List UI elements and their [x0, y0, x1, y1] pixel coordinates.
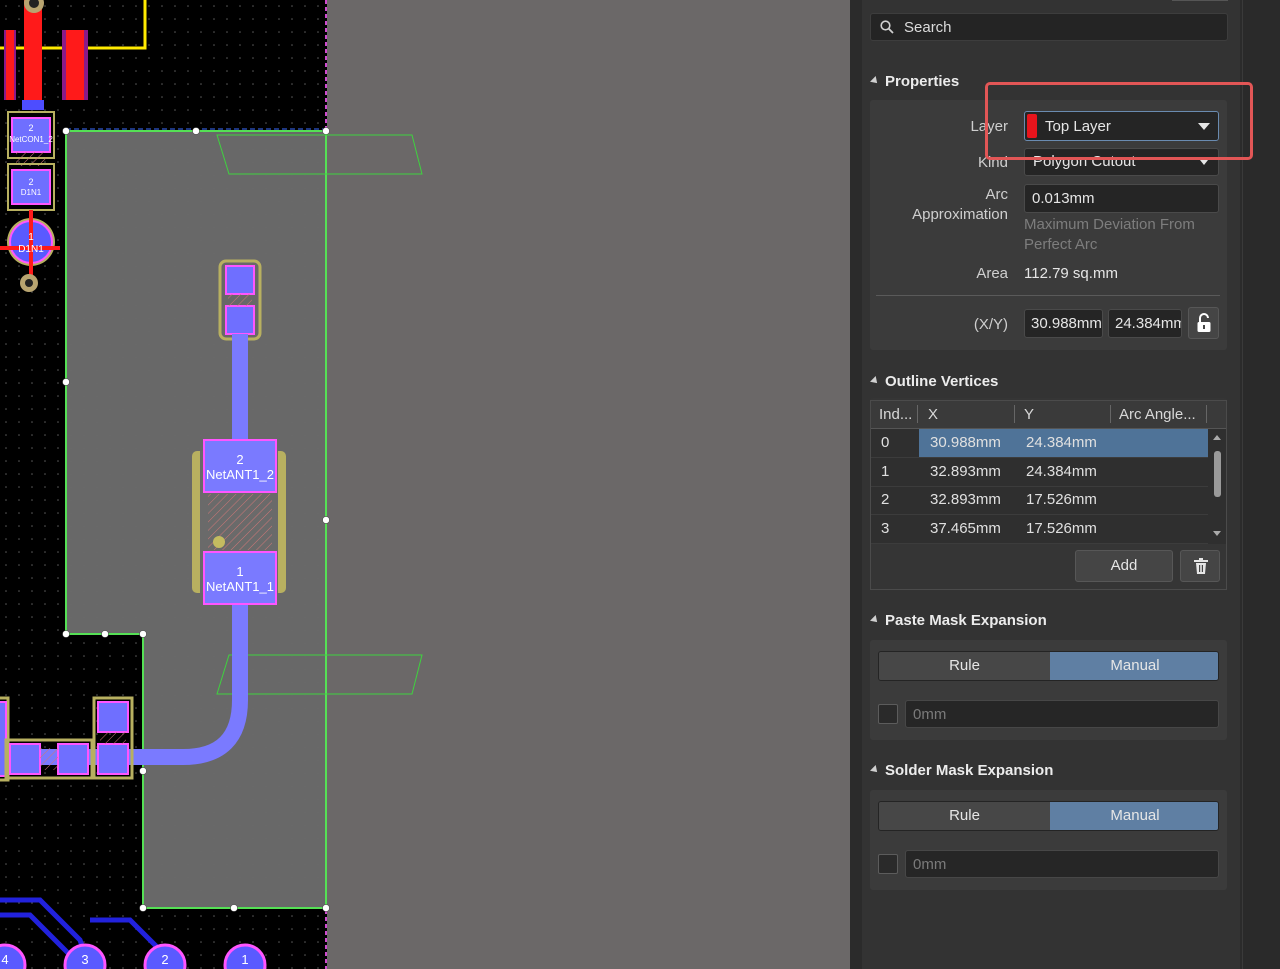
- collapse-triangle-icon: [870, 376, 880, 386]
- trash-icon: [1194, 558, 1208, 574]
- arc-hint: Maximum Deviation From: [1024, 216, 1195, 233]
- search-box[interactable]: Search: [870, 13, 1228, 41]
- collapse-triangle-icon: [870, 765, 880, 775]
- divider: [1172, 0, 1228, 1]
- properties-header[interactable]: Properties: [870, 73, 959, 90]
- scroll-down-icon: [1213, 531, 1221, 536]
- table-row[interactable]: 1 32.893mm 24.384mm: [871, 458, 1208, 487]
- solder-mask-checkbox[interactable]: [878, 854, 898, 874]
- pad-label: 2: [28, 177, 33, 187]
- pcb-canvas[interactable]: 2 NetCON1_2 2 D1N1 1 D1N1 2 NetANT1_2 1 …: [0, 0, 850, 969]
- vertices-table: Ind... X Y Arc Angle... 0 30.988mm 24.38…: [870, 400, 1227, 590]
- pad-label: NetANT1_2: [206, 467, 274, 482]
- pad-label: 1: [241, 952, 248, 967]
- pad-label: 4: [1, 952, 8, 967]
- cell-y: 17.526mm: [1026, 520, 1097, 537]
- lock-button[interactable]: [1188, 307, 1219, 339]
- column-header[interactable]: Ind...: [879, 406, 912, 423]
- search-icon: [880, 20, 894, 34]
- paste-rule-option[interactable]: Rule: [879, 652, 1050, 680]
- cell-y: 24.384mm: [1026, 434, 1097, 451]
- collapse-triangle-icon: [870, 76, 880, 86]
- delete-vertex-button[interactable]: [1180, 550, 1220, 582]
- pad-label: D1N1: [18, 244, 44, 255]
- column-header[interactable]: X: [928, 406, 938, 423]
- unlock-icon: [1197, 313, 1211, 332]
- pad-label: 2: [28, 123, 33, 133]
- table-row[interactable]: 2 32.893mm 17.526mm: [871, 486, 1208, 515]
- arc-label: Arc: [985, 186, 1009, 203]
- paste-mask-checkbox[interactable]: [878, 704, 898, 724]
- add-vertex-button[interactable]: Add: [1075, 550, 1173, 582]
- scroll-up-icon: [1213, 435, 1221, 440]
- table-row[interactable]: 0 30.988mm 24.384mm: [871, 429, 1208, 458]
- pad-label: D1N1: [21, 188, 42, 197]
- solder-manual-option[interactable]: Manual: [1050, 802, 1218, 830]
- cell-index: 0: [881, 434, 890, 451]
- table-scrollbar[interactable]: [1209, 429, 1225, 543]
- highlight-box: [985, 82, 1253, 160]
- pad-label: NetCON1_2: [9, 135, 53, 144]
- pad-label: 2: [236, 452, 243, 467]
- separator: [876, 295, 1220, 296]
- area-value: 112.79 sq.mm: [1024, 265, 1118, 282]
- paste-mask-header[interactable]: Paste Mask Expansion: [870, 612, 1047, 629]
- cell-index: 1: [881, 463, 890, 480]
- column-divider: [917, 405, 918, 423]
- search-placeholder: Search: [904, 19, 952, 36]
- pad-label: NetANT1_1: [206, 579, 274, 594]
- solder-rule-option[interactable]: Rule: [879, 802, 1050, 830]
- pad-label: 2: [161, 952, 168, 967]
- cell-x: 32.893mm: [930, 491, 1001, 508]
- column-header[interactable]: Arc Angle...: [1119, 406, 1196, 423]
- y-input[interactable]: 24.384mm: [1108, 309, 1182, 338]
- scroll-thumb[interactable]: [1214, 451, 1221, 497]
- column-header[interactable]: Y: [1024, 406, 1034, 423]
- table-row[interactable]: 3 37.465mm 17.526mm: [871, 515, 1208, 544]
- cell-x: 30.988mm: [930, 434, 1001, 451]
- cell-x: 32.893mm: [930, 463, 1001, 480]
- collapse-triangle-icon: [870, 615, 880, 625]
- cell-y: 24.384mm: [1026, 463, 1097, 480]
- cell-y: 17.526mm: [1026, 491, 1097, 508]
- outline-vertices-header[interactable]: Outline Vertices: [870, 373, 998, 390]
- pad-label: 1: [28, 232, 34, 243]
- vertices-table-header: Ind... X Y Arc Angle...: [871, 401, 1226, 429]
- paste-mask-input[interactable]: 0mm: [905, 700, 1219, 728]
- cell-x: 37.465mm: [930, 520, 1001, 537]
- column-divider: [1110, 405, 1111, 423]
- arc-label-2: Approximation: [912, 206, 1008, 223]
- pad-label: 3: [81, 952, 88, 967]
- arc-approximation-input[interactable]: 0.013mm: [1024, 184, 1219, 213]
- cell-index: 2: [881, 491, 890, 508]
- pad-label: 1: [236, 564, 243, 579]
- solder-mask-header[interactable]: Solder Mask Expansion: [870, 762, 1053, 779]
- solder-mask-toggle: Rule Manual: [878, 801, 1219, 831]
- paste-mask-toggle: Rule Manual: [878, 651, 1219, 681]
- solder-mask-input[interactable]: 0mm: [905, 850, 1219, 878]
- x-input[interactable]: 30.988mm: [1024, 309, 1103, 338]
- area-label: Area: [976, 265, 1008, 282]
- xy-label: (X/Y): [973, 316, 1008, 333]
- paste-manual-option[interactable]: Manual: [1050, 652, 1218, 680]
- chevron-down-icon: [1200, 160, 1208, 165]
- cell-index: 3: [881, 520, 890, 537]
- arc-hint-2: Perfect Arc: [1024, 236, 1098, 253]
- column-divider: [1206, 405, 1207, 423]
- column-divider: [1014, 405, 1015, 423]
